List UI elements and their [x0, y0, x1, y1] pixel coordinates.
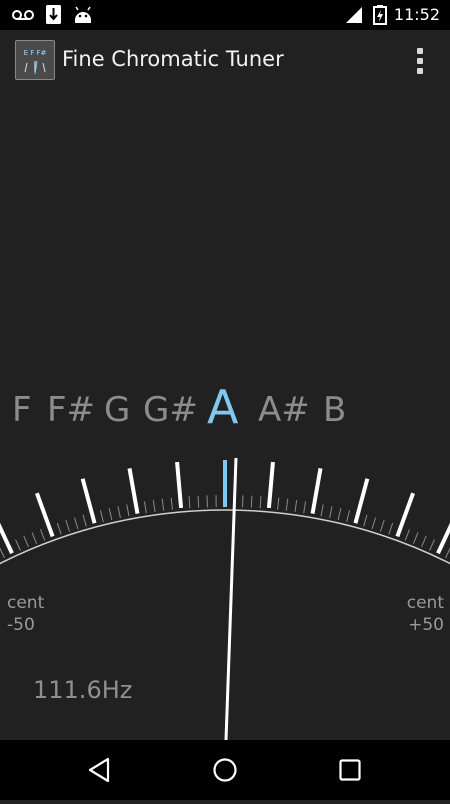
needle-line	[226, 458, 236, 740]
minor-tick	[278, 498, 279, 510]
frequency-readout: 111.6Hz	[33, 676, 132, 704]
minor-tick	[66, 520, 70, 531]
minor-tick	[109, 508, 112, 520]
major-tick	[177, 462, 181, 508]
minor-tick	[189, 496, 190, 508]
minor-tick	[260, 496, 261, 508]
minor-tick	[74, 518, 78, 529]
minor-tick	[153, 500, 155, 512]
minor-tick	[430, 540, 435, 551]
minor-tick	[118, 506, 120, 518]
minor-tick	[372, 518, 376, 529]
home-button[interactable]	[195, 740, 255, 800]
note-b: B	[323, 390, 346, 430]
minor-tick	[422, 536, 427, 547]
major-tick	[438, 512, 450, 554]
minor-tick	[251, 496, 252, 508]
minor-tick	[413, 533, 417, 544]
minor-tick	[40, 529, 44, 540]
minor-tick	[389, 523, 393, 534]
right-cent-value: +50	[407, 614, 444, 636]
minor-tick	[295, 500, 297, 512]
note-g-sharp: G#	[143, 390, 198, 430]
major-tick	[83, 479, 95, 523]
major-tick	[313, 468, 321, 513]
tuner-dial	[0, 0, 450, 740]
minor-tick	[162, 499, 163, 511]
minor-tick	[405, 529, 409, 540]
minor-tick	[330, 506, 332, 518]
minor-tick	[144, 501, 146, 513]
note-f-sharp: F#	[47, 390, 95, 430]
minor-tick	[198, 496, 199, 508]
major-tick	[269, 462, 273, 508]
note-f: F	[12, 390, 32, 430]
right-cent-unit: cent	[407, 592, 444, 614]
navigation-bar	[0, 740, 450, 800]
major-tick	[0, 512, 12, 554]
dial-arc-line	[0, 510, 450, 689]
left-cent-unit: cent	[7, 592, 44, 614]
minor-tick	[321, 504, 323, 516]
note-a: A	[207, 380, 238, 434]
minor-tick	[127, 504, 129, 516]
minor-tick	[24, 536, 29, 547]
major-tick	[355, 479, 367, 523]
minor-tick	[338, 508, 341, 520]
minor-tick	[16, 540, 21, 551]
minor-tick	[364, 515, 367, 527]
major-tick	[397, 493, 413, 536]
minor-tick	[83, 515, 86, 527]
major-tick	[37, 493, 53, 536]
home-icon	[195, 740, 255, 800]
minor-tick	[32, 533, 36, 544]
recents-button[interactable]	[320, 740, 380, 800]
note-a-sharp: A#	[258, 390, 310, 430]
minor-tick	[57, 523, 61, 534]
left-cent-value: -50	[7, 614, 44, 636]
minor-tick	[171, 498, 172, 510]
recents-icon	[320, 740, 380, 800]
minor-tick	[304, 501, 306, 513]
minor-tick	[347, 510, 350, 522]
right-cent-label: cent +50	[407, 592, 444, 636]
note-strip: F F#G G#A A# B	[0, 380, 450, 440]
left-cent-label: cent -50	[7, 592, 44, 636]
minor-tick	[100, 510, 103, 522]
major-tick	[129, 468, 137, 513]
minor-tick	[446, 547, 450, 558]
tuner-needle	[226, 458, 236, 740]
back-button[interactable]	[70, 740, 130, 800]
dial-arc	[0, 510, 450, 689]
minor-tick	[0, 547, 4, 558]
minor-tick	[380, 520, 384, 531]
back-icon	[70, 740, 130, 800]
minor-tick	[286, 499, 287, 511]
note-g: G	[104, 390, 130, 430]
